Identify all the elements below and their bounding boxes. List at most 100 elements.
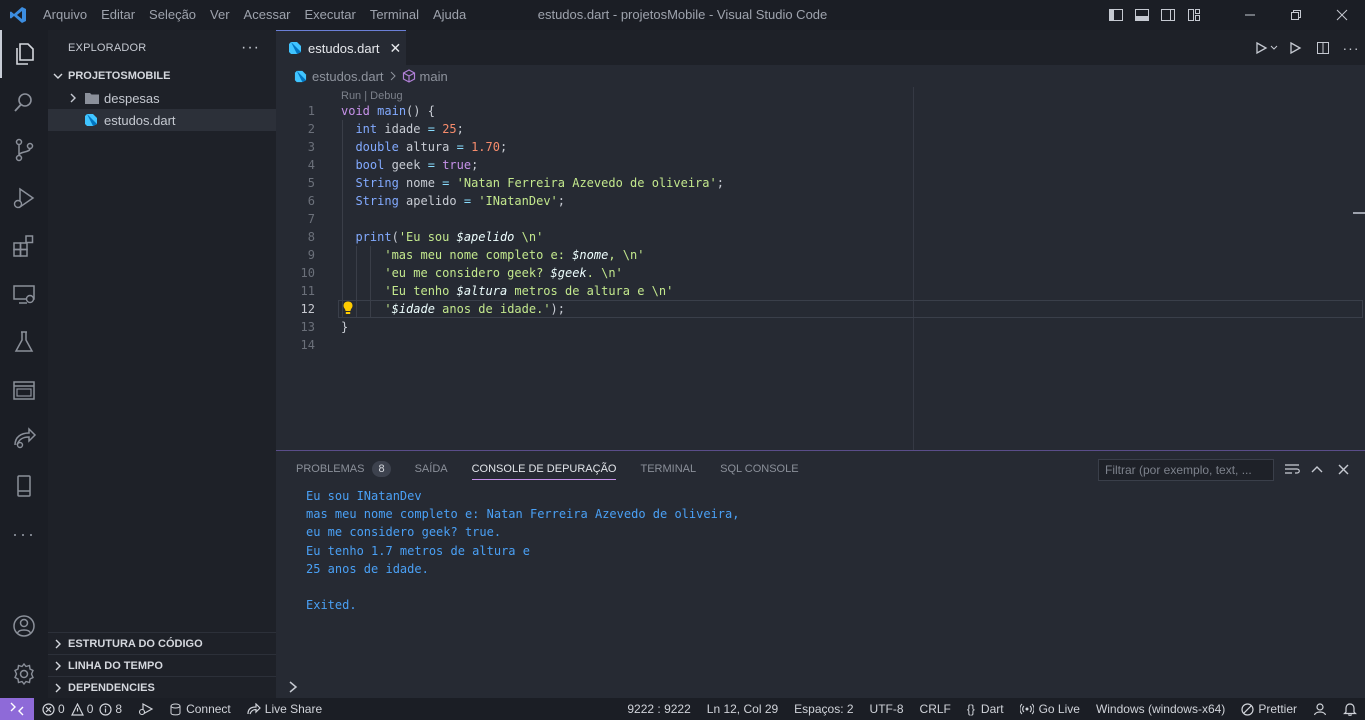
flutter-device[interactable]: Windows (windows-x64) <box>1088 698 1233 720</box>
explorer-more-actions[interactable]: ··· <box>241 39 260 57</box>
notifications-bell-icon[interactable] <box>1335 698 1365 720</box>
customize-layout-icon[interactable] <box>1181 0 1207 30</box>
tab-terminal[interactable]: TERMINAL <box>640 451 696 487</box>
device-icon[interactable] <box>0 462 48 510</box>
console-filter-input[interactable]: Filtrar (por exemplo, text, ... <box>1098 459 1274 481</box>
panel-view-icon[interactable] <box>0 366 48 414</box>
indentation[interactable]: Espaços: 2 <box>786 698 861 720</box>
line-number: 1 <box>307 104 315 118</box>
vscode-logo-icon <box>0 0 36 30</box>
maximize-panel-icon[interactable] <box>1307 459 1327 479</box>
explorer-icon[interactable] <box>0 30 48 78</box>
line-number: 5 <box>307 176 315 190</box>
remote-indicator-icon[interactable] <box>0 698 34 720</box>
dependencies-section[interactable]: DEPENDENCIES <box>48 676 276 698</box>
close-panel-icon[interactable] <box>1333 459 1353 479</box>
line-number: 12 <box>300 302 315 316</box>
end-of-line[interactable]: CRLF <box>912 698 959 720</box>
scrollbar-cursor-marker <box>1353 212 1365 214</box>
run-without-debug-icon[interactable] <box>1281 30 1309 65</box>
console-input-chevron-icon[interactable] <box>288 681 298 696</box>
title-bar-controls <box>1103 0 1365 30</box>
menu-ver[interactable]: Ver <box>203 0 237 30</box>
explorer-sidebar: EXPLORADOR ··· PROJETOSMOBILE despesas e… <box>48 30 276 698</box>
menu-editar[interactable]: Editar <box>94 0 142 30</box>
tab-problems-label: PROBLEMAS <box>296 463 365 475</box>
run-debug-icon[interactable] <box>0 174 48 222</box>
line-number: 4 <box>307 158 315 172</box>
tree-item-despesas[interactable]: despesas <box>48 87 276 109</box>
project-section-header[interactable]: PROJETOSMOBILE <box>48 65 276 87</box>
debug-port[interactable]: 9222 : 9222 <box>619 698 698 720</box>
more-actions-icon[interactable]: ··· <box>1337 30 1365 65</box>
debug-run-status-icon[interactable] <box>130 698 162 720</box>
testing-icon[interactable] <box>0 318 48 366</box>
project-name: PROJETOSMOBILE <box>68 70 171 82</box>
tab-estudos-dart[interactable]: estudos.dart ✕ <box>276 30 406 65</box>
source-control-icon[interactable] <box>0 126 48 174</box>
live-share-icon[interactable] <box>0 414 48 462</box>
tab-output[interactable]: SAÍDA <box>415 451 448 487</box>
code-line: 10 'eu me considero geek? $geek. \n' <box>276 264 1365 282</box>
warning-icon <box>70 702 84 716</box>
tab-sql-console[interactable]: SQL CONSOLE <box>720 451 798 487</box>
menu-acessar[interactable]: Acessar <box>237 0 298 30</box>
problems-count-badge: 8 <box>372 461 391 477</box>
code-line: 4 bool geek = true; <box>276 156 1365 174</box>
live-share-button[interactable]: Live Share <box>239 698 330 720</box>
breadcrumb-file[interactable]: estudos.dart <box>312 69 384 84</box>
encoding[interactable]: UTF-8 <box>862 698 912 720</box>
tab-label: estudos.dart <box>308 40 380 56</box>
connect-button[interactable]: Connect <box>162 698 239 720</box>
menu-terminal[interactable]: Terminal <box>363 0 426 30</box>
outline-section[interactable]: ESTRUTURA DO CÓDIGO <box>48 632 276 654</box>
chevron-down-icon <box>48 71 68 81</box>
accounts-status-icon[interactable] <box>1305 698 1335 720</box>
prettier-status[interactable]: Prettier <box>1233 698 1305 720</box>
close-icon[interactable]: ✕ <box>390 40 402 57</box>
breadcrumb-symbol[interactable]: main <box>420 69 448 84</box>
tab-debug-console[interactable]: CONSOLE DE DEPURAÇÃO <box>471 458 617 480</box>
search-icon[interactable] <box>0 78 48 126</box>
menu-executar[interactable]: Executar <box>298 0 363 30</box>
menu-selecao[interactable]: Seleção <box>142 0 203 30</box>
more-views-icon[interactable]: ··· <box>0 510 48 558</box>
restore-icon[interactable] <box>1273 0 1319 30</box>
minimize-icon[interactable] <box>1227 0 1273 30</box>
accounts-icon[interactable] <box>0 602 48 650</box>
console-line: Eu sou INatanDev <box>306 489 422 503</box>
toggle-panel-icon[interactable] <box>1129 0 1155 30</box>
problems-status[interactable]: 0 0 8 <box>34 698 130 720</box>
info-icon <box>99 702 112 716</box>
code-line: 2 int idade = 25; <box>276 120 1365 138</box>
code-line: 6 String apelido = 'INatanDev'; <box>276 192 1365 210</box>
editor-area: estudos.dart ✕ ··· estudos.dart main Run… <box>276 30 1365 450</box>
remote-explorer-icon[interactable] <box>0 270 48 318</box>
codelens-run-debug[interactable]: Run | Debug <box>341 90 403 102</box>
tab-problems[interactable]: PROBLEMAS 8 <box>296 451 391 487</box>
code-line: 11 'Eu tenho $altura metros de altura e … <box>276 282 1365 300</box>
console-line: 25 anos de idade. <box>306 561 429 576</box>
menu-ajuda[interactable]: Ajuda <box>426 0 473 30</box>
toggle-secondary-sidebar-icon[interactable] <box>1155 0 1181 30</box>
editor-actions: ··· <box>1247 30 1365 65</box>
editor-tabs: estudos.dart ✕ <box>276 30 1365 65</box>
go-live-button[interactable]: Go Live <box>1012 698 1088 720</box>
chevron-down-icon[interactable] <box>1267 30 1281 65</box>
status-bar: 0 0 8 Connect Live Share 9222 : 9222 Ln … <box>0 698 1365 720</box>
close-window-icon[interactable] <box>1319 0 1365 30</box>
split-editor-icon[interactable] <box>1309 30 1337 65</box>
broadcast-icon <box>1019 702 1034 716</box>
code-line: 3 double altura = 1.70; <box>276 138 1365 156</box>
word-wrap-icon[interactable] <box>1282 459 1302 479</box>
timeline-section[interactable]: LINHA DO TEMPO <box>48 654 276 676</box>
extensions-icon[interactable] <box>0 222 48 270</box>
code-editor[interactable]: Run | Debug 1 void main() { 2 int idade =… <box>276 87 1365 450</box>
menu-arquivo[interactable]: Arquivo <box>36 0 94 30</box>
language-mode[interactable]: {} Dart <box>959 698 1012 720</box>
settings-gear-icon[interactable] <box>0 650 48 698</box>
toggle-primary-sidebar-icon[interactable] <box>1103 0 1129 30</box>
tree-item-estudos-dart[interactable]: estudos.dart <box>48 109 276 131</box>
cursor-position[interactable]: Ln 12, Col 29 <box>699 698 786 720</box>
